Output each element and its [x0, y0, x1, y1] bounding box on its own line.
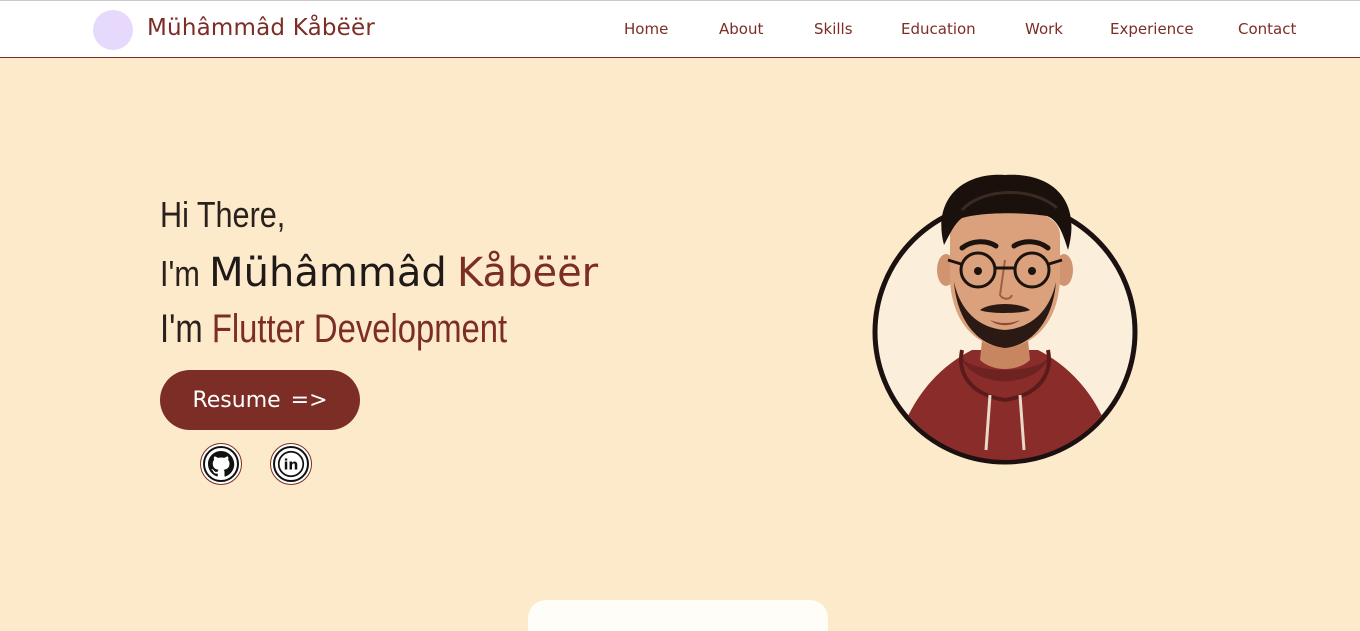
resume-arrow: => [290, 387, 328, 413]
nav-link-education[interactable]: Education [901, 20, 976, 38]
nav-link-about[interactable]: About [719, 20, 763, 38]
nav-link-skills[interactable]: Skills [814, 20, 853, 38]
hero-first-name: Mühâmmâd [209, 250, 447, 296]
hero-role-prefix: I'm [160, 307, 203, 351]
linkedin-icon-text: in [284, 457, 299, 473]
resume-button-label: Resume [192, 387, 281, 413]
top-navbar: Mühâmmâd Kåbëër Home About Skills Educat… [0, 0, 1360, 58]
resume-button[interactable]: Resume => [160, 370, 360, 430]
avatar-illustration [855, 174, 1155, 482]
linkedin-icon: in [277, 450, 305, 478]
nav-link-experience[interactable]: Experience [1110, 20, 1194, 38]
linkedin-link[interactable]: in [270, 443, 312, 485]
nav-link-contact[interactable]: Contact [1238, 20, 1296, 38]
linkedin-icon-frame: in [273, 446, 309, 482]
hero-name-line: I'm Mühâmmâd Kåbëër [160, 250, 598, 296]
profile-avatar [855, 150, 1155, 482]
hero-greeting: Hi There, [160, 194, 286, 235]
hero-last-name: Kåbëër [457, 250, 599, 296]
main-nav: Home About Skills Education Work Experie… [0, 20, 1360, 40]
nav-link-work[interactable]: Work [1025, 20, 1063, 38]
hero-role-line: I'm Flutter Development [160, 307, 507, 352]
github-icon-frame [203, 446, 239, 482]
github-link[interactable] [200, 443, 242, 485]
bottom-card [528, 600, 828, 631]
hero-role: Flutter Development [211, 307, 508, 351]
hero-im-prefix: I'm [160, 253, 200, 294]
github-icon [208, 451, 235, 477]
nav-link-home[interactable]: Home [624, 20, 668, 38]
